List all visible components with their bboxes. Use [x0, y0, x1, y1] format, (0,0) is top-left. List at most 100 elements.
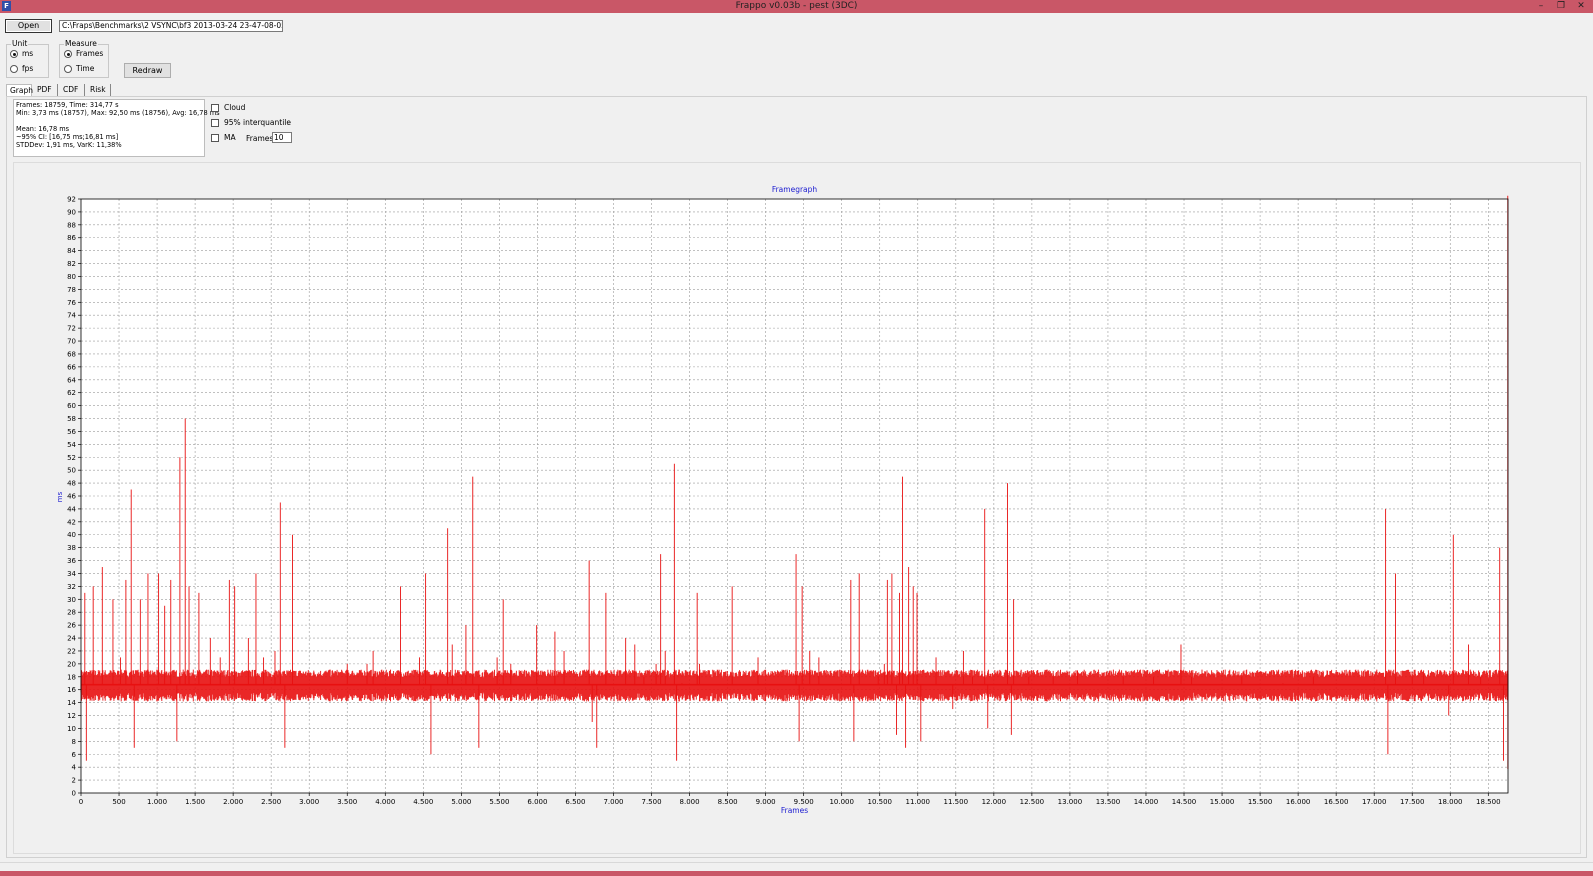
x-tick-label: 500 — [112, 798, 125, 806]
title-bar: F Frappo v0.03b - pest (3DC) – ❐ ✕ — [0, 0, 1593, 13]
x-tick-label: 14.000 — [1134, 798, 1159, 806]
ma-frames-input[interactable]: 10 — [272, 132, 292, 143]
checkbox-icon — [211, 134, 219, 142]
x-tick-label: 6.000 — [527, 798, 547, 806]
y-tick-label: 58 — [67, 415, 76, 423]
x-tick-label: 9.500 — [794, 798, 814, 806]
framegraph-chart: 0246810121416182022242628303234363840424… — [56, 185, 1509, 815]
x-tick-label: 10.500 — [867, 798, 892, 806]
y-tick-label: 26 — [67, 622, 76, 630]
x-tick-label: 1.000 — [147, 798, 167, 806]
x-tick-label: 5.000 — [451, 798, 471, 806]
y-tick-label: 92 — [67, 196, 76, 204]
tab-pdf[interactable]: PDF — [34, 84, 58, 96]
y-tick-label: 22 — [67, 647, 76, 655]
y-tick-label: 68 — [67, 350, 76, 358]
x-tick-label: 12.000 — [982, 798, 1007, 806]
measure-frames-radio[interactable]: Frames — [64, 49, 103, 58]
redraw-button[interactable]: Redraw — [124, 63, 171, 78]
y-tick-label: 60 — [67, 402, 76, 410]
checkbox-icon — [211, 104, 219, 112]
x-axis-label: Frames — [781, 806, 808, 815]
y-tick-label: 32 — [67, 583, 76, 591]
y-tick-label: 62 — [67, 389, 76, 397]
x-tick-label: 11.500 — [944, 798, 969, 806]
y-tick-label: 82 — [67, 260, 76, 268]
cloud-label: Cloud — [224, 103, 246, 112]
minimize-icon[interactable]: – — [1531, 0, 1551, 13]
stats-line: Mean: 16,78 ms — [16, 125, 70, 133]
interquantile-checkbox[interactable]: 95% interquantile — [211, 118, 291, 127]
y-tick-label: 20 — [67, 660, 76, 668]
y-tick-label: 12 — [67, 712, 76, 720]
tab-risk[interactable]: Risk — [87, 84, 111, 96]
x-tick-label: 4.500 — [413, 798, 433, 806]
x-tick-label: 1.500 — [185, 798, 205, 806]
stats-line: Frames: 18759, Time: 314,77 s — [16, 101, 119, 109]
cloud-checkbox[interactable]: Cloud — [211, 103, 245, 112]
y-tick-label: 18 — [67, 673, 76, 681]
x-tick-label: 16.500 — [1324, 798, 1349, 806]
restore-icon[interactable]: ❐ — [1551, 0, 1571, 13]
y-tick-label: 80 — [67, 273, 76, 281]
x-tick-label: 14.500 — [1172, 798, 1197, 806]
y-tick-label: 2 — [72, 777, 76, 785]
x-tick-label: 10.000 — [829, 798, 854, 806]
y-tick-label: 76 — [67, 299, 76, 307]
x-tick-label: 11.000 — [906, 798, 931, 806]
chart-grid — [81, 199, 1508, 793]
x-tick-labels: 0 500 1.000 1.500 2.000 2.500 3.000 3.500 4.000 4… — [79, 798, 1501, 806]
y-tick-label: 84 — [67, 247, 76, 255]
measure-group-legend: Measure — [64, 39, 98, 48]
measure-frames-label: Frames — [76, 49, 104, 58]
ma-checkbox[interactable]: MA — [211, 133, 236, 142]
radio-unselected-icon — [64, 65, 72, 73]
x-tick-label: 12.500 — [1020, 798, 1045, 806]
tab-cdf[interactable]: CDF — [60, 84, 85, 96]
radio-unselected-icon — [10, 65, 18, 73]
y-tick-label: 40 — [67, 531, 76, 539]
unit-ms-radio[interactable]: ms — [10, 49, 33, 58]
ma-label: MA — [224, 133, 236, 142]
file-path-input[interactable]: C:\Fraps\Benchmarks\2 VSYNC\bf3 2013-03-… — [59, 20, 283, 32]
open-button[interactable]: Open — [5, 19, 52, 33]
radio-selected-icon — [64, 50, 72, 58]
y-tick-label: 38 — [67, 544, 76, 552]
framegraph-chart-area: 0 2 4 6 8 10 12 14 16 18 20 22 24 26 28 30 32 34 36 38 40 42 4… — [13, 162, 1581, 854]
x-tick-label: 3.500 — [337, 798, 357, 806]
x-tick-label: 0 — [79, 798, 83, 806]
unit-fps-radio[interactable]: fps — [10, 64, 33, 73]
unit-fps-label: fps — [22, 64, 34, 73]
y-axis-label: ms — [56, 491, 64, 502]
x-tick-label: 2.500 — [261, 798, 281, 806]
y-tick-label: 86 — [67, 234, 76, 242]
y-tick-label: 8 — [72, 738, 76, 746]
close-icon[interactable]: ✕ — [1571, 0, 1591, 13]
y-tick-label: 70 — [67, 338, 76, 346]
statistics-box: Frames: 18759, Time: 314,77 s Min: 3,73 … — [13, 99, 220, 157]
x-tick-label: 9.000 — [756, 798, 776, 806]
y-tick-label: 30 — [67, 596, 76, 604]
measure-time-label: Time — [76, 64, 95, 73]
y-tick-label: 56 — [67, 428, 76, 436]
unit-ms-label: ms — [22, 49, 34, 58]
y-tick-label: 90 — [67, 208, 76, 216]
x-tick-label: 17.000 — [1362, 798, 1387, 806]
y-tick-label: 88 — [67, 221, 76, 229]
y-tick-label: 64 — [67, 376, 76, 384]
taskbar — [0, 871, 1593, 876]
x-tick-label: 13.000 — [1058, 798, 1083, 806]
y-tick-label: 14 — [67, 699, 76, 707]
y-tick-label: 6 — [72, 751, 77, 759]
y-tick-label: 10 — [67, 725, 76, 733]
y-tick-label: 74 — [67, 312, 76, 320]
x-tick-label: 15.500 — [1248, 798, 1273, 806]
measure-time-radio[interactable]: Time — [64, 64, 94, 73]
y-tick-label: 52 — [67, 454, 76, 462]
tab-graph[interactable]: Graph — [6, 84, 33, 96]
x-tick-label: 4.000 — [375, 798, 395, 806]
y-tick-label: 44 — [67, 505, 76, 513]
y-tick-label: 46 — [67, 493, 76, 501]
y-tick-label: 28 — [67, 609, 76, 617]
x-tick-label: 3.000 — [299, 798, 319, 806]
